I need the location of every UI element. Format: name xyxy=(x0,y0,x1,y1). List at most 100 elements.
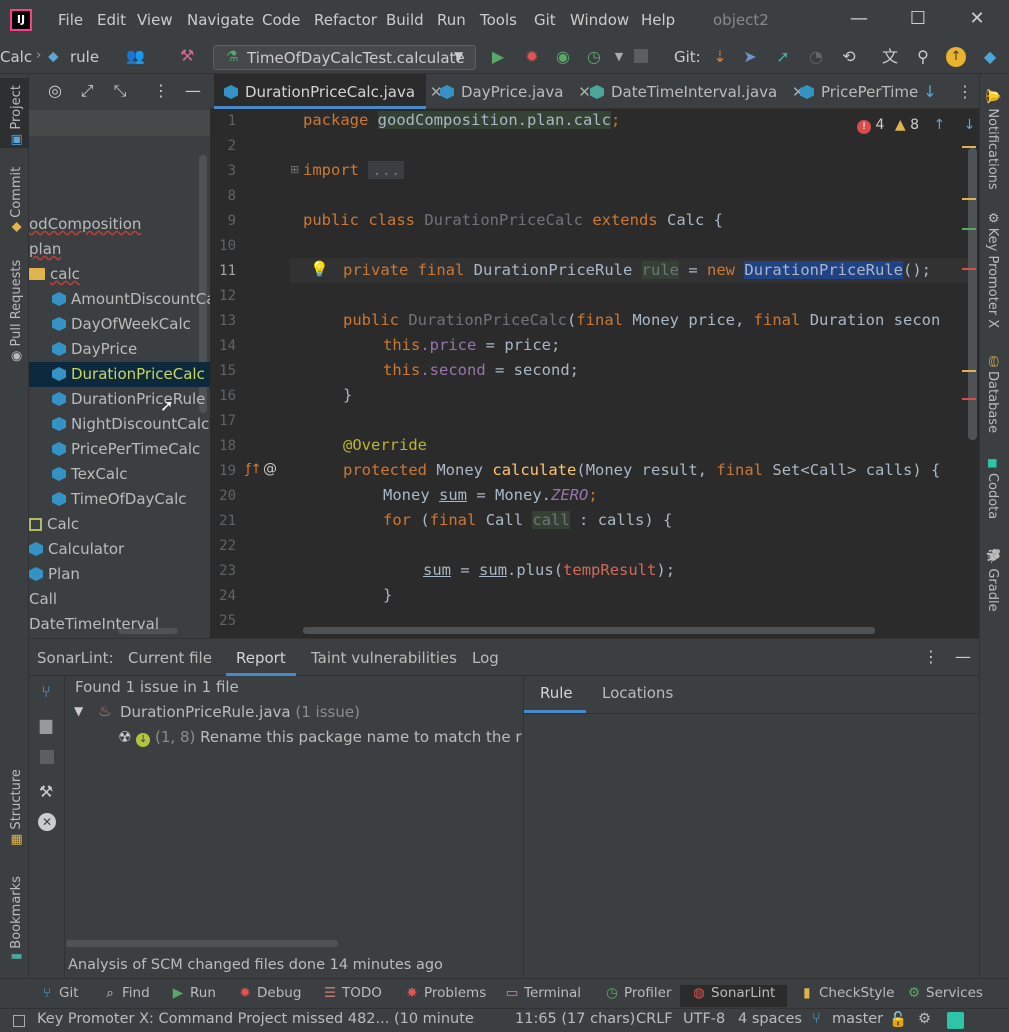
menu-build[interactable]: Build xyxy=(386,11,424,29)
project-search-bar[interactable] xyxy=(29,110,210,136)
chevron-down-icon[interactable]: ▼ xyxy=(74,704,83,718)
tool-run[interactable]: ▶ Run xyxy=(171,985,216,1001)
tree-item[interactable]: PricePerTimeCalc xyxy=(29,437,210,462)
user-icon[interactable]: 👥 xyxy=(126,47,145,65)
indent-setting[interactable]: 4 spaces xyxy=(738,1011,802,1027)
change-marker[interactable] xyxy=(962,228,976,230)
lock-icon[interactable]: 🔓 xyxy=(889,1011,907,1028)
tab-taint-vulnerabilities[interactable]: Taint vulnerabilities xyxy=(311,649,457,667)
hide-panel-icon[interactable]: — xyxy=(183,81,203,101)
commit-tool-tab[interactable]: ◆ Commit xyxy=(9,167,24,232)
tree-item[interactable]: DurationPriceRule xyxy=(29,387,210,412)
tab-durationpricecalc[interactable]: DurationPriceCalc.java ✕ xyxy=(214,74,442,109)
menu-help[interactable]: Help xyxy=(641,11,675,29)
menu-window[interactable]: Window xyxy=(570,11,629,29)
editor-vscrollbar[interactable] xyxy=(968,148,977,440)
menu-view[interactable]: View xyxy=(137,11,173,29)
tree-item[interactable]: DayOfWeekCalc xyxy=(29,312,210,337)
key-promoter-tool-tab[interactable]: ⚙ Key Promoter X xyxy=(985,212,1000,328)
tab-rule[interactable]: Rule xyxy=(540,684,573,702)
menu-tools[interactable]: Tools xyxy=(480,11,517,29)
warning-marker[interactable] xyxy=(962,146,976,148)
more-tabs-icon[interactable]: ⋮ xyxy=(955,82,975,102)
maximize-icon[interactable]: ☐ xyxy=(903,8,933,32)
project-tool-tab[interactable]: ▣ Project xyxy=(9,85,24,146)
target-icon[interactable]: ◎ xyxy=(45,81,65,101)
tab-log[interactable]: Log xyxy=(472,649,499,667)
tree-item[interactable]: DayPrice xyxy=(29,337,210,362)
line-separator[interactable]: CRLF xyxy=(636,1011,673,1027)
tool-sonarlint[interactable]: ◍ SonarLint xyxy=(680,985,788,1007)
database-tool-tab[interactable]: ⛁ Database xyxy=(985,356,1000,433)
git-push-icon[interactable]: ➚ xyxy=(773,47,793,67)
tool-terminal[interactable]: ▭ Terminal xyxy=(505,985,581,1001)
tree-item[interactable]: DurationPriceCalc xyxy=(29,362,210,387)
gradle-tool-tab[interactable]: 🐘 Gradle xyxy=(985,548,1000,612)
prev-issue-icon[interactable]: ↑ xyxy=(933,117,945,133)
tab-current-file[interactable]: Current file xyxy=(128,649,212,667)
tree-item[interactable]: Calculator xyxy=(29,537,210,562)
tool-find[interactable]: ⌕ Find xyxy=(103,985,149,1001)
tree-item[interactable]: Call xyxy=(29,587,210,612)
tool-todo[interactable]: ☰ TODO xyxy=(323,985,382,1001)
codota-tool-tab[interactable]: ◼ Codota xyxy=(985,458,1000,519)
structure-tool-tab[interactable]: ▦ Structure xyxy=(9,769,24,846)
search-icon[interactable]: ⚲ xyxy=(913,47,933,67)
close-window-icon[interactable]: ✕ xyxy=(962,8,992,32)
menu-edit[interactable]: Edit xyxy=(97,11,126,29)
tab-pricepertime[interactable]: PricePerTime xyxy=(792,74,922,109)
coverage-icon[interactable]: ◉ xyxy=(553,47,573,67)
more-options-icon[interactable]: ⋮ xyxy=(151,81,171,101)
run-config-select[interactable]: TimeOfDayCalcTest.calculate ⚗ ▼ xyxy=(213,45,476,70)
tab-report[interactable]: Report xyxy=(236,649,286,667)
menu-file[interactable]: File xyxy=(58,11,83,29)
minimize-icon[interactable]: — xyxy=(844,8,874,32)
arrow-down-icon[interactable]: ↓ xyxy=(920,82,940,102)
settings-icon[interactable]: ⚒ xyxy=(36,782,56,802)
menu-navigate[interactable]: Navigate xyxy=(187,11,254,29)
pull-requests-tool-tab[interactable]: ◉ Pull Requests xyxy=(9,260,24,362)
tool-debug[interactable]: ✹ Debug xyxy=(238,985,301,1001)
clear-icon[interactable]: ✕ xyxy=(38,813,56,831)
tree-item[interactable]: Calc xyxy=(29,512,210,537)
tree-item[interactable]: TimeOfDayCalc xyxy=(29,487,210,512)
profiler-icon[interactable]: ◷ xyxy=(584,47,604,67)
menu-git[interactable]: Git xyxy=(534,11,556,29)
chevron-down-icon[interactable]: ▼ xyxy=(609,47,629,67)
collapse-all-icon[interactable]: ⤡ xyxy=(110,81,130,101)
error-marker[interactable] xyxy=(962,398,976,400)
editor-hscrollbar[interactable] xyxy=(303,627,875,634)
breadcrumb-calc[interactable]: Calc xyxy=(0,48,32,66)
tool-profiler[interactable]: ◷ Profiler xyxy=(605,985,671,1001)
jetbrains-ai-icon[interactable]: ◆ xyxy=(980,47,1000,67)
tab-datetimeinterval[interactable]: DateTimeInterval.java ✕ xyxy=(582,74,805,109)
tree-item[interactable]: DateTimeInterval xyxy=(29,612,210,637)
history-icon[interactable]: ◔ xyxy=(806,47,826,67)
menu-refactor[interactable]: Refactor xyxy=(314,11,377,29)
expand-all-icon[interactable]: ⤢ xyxy=(77,81,97,101)
tree-item[interactable]: odComposition xyxy=(29,212,210,237)
caret-position[interactable]: 11:65 (17 chars) xyxy=(515,1011,635,1027)
menu-code[interactable]: Code xyxy=(262,11,300,29)
file-encoding[interactable]: UTF-8 xyxy=(683,1011,725,1027)
git-branch[interactable]: master xyxy=(832,1011,883,1027)
status-message[interactable]: Key Promoter X: Command Project missed 4… xyxy=(37,1011,475,1027)
settings-icon[interactable]: ⚙ xyxy=(918,1011,931,1027)
tool-problems[interactable]: ✸ Problems xyxy=(405,985,486,1001)
override-icon[interactable]: @ xyxy=(263,461,277,477)
notifications-tool-tab[interactable]: 🔔 Notifications xyxy=(985,88,1000,190)
sonarlint-file-row[interactable]: DurationPriceRule.java (1 issue) xyxy=(120,703,360,721)
tree-item[interactable]: TexCalc xyxy=(29,462,210,487)
inspection-widget[interactable]: ! 4 ▲ 8 ↑ ↓ xyxy=(857,117,975,134)
sonarlint-hscrollbar[interactable] xyxy=(66,940,338,947)
fold-icon[interactable]: ⊞ xyxy=(290,163,299,176)
code-editor[interactable] xyxy=(210,109,979,638)
next-issue-icon[interactable]: ↓ xyxy=(964,117,976,133)
hammer-icon[interactable]: ⚒ xyxy=(180,46,194,65)
more-options-icon[interactable]: ⋮ xyxy=(921,647,941,667)
tree-item[interactable]: plan xyxy=(29,237,210,262)
git-update-icon[interactable]: ⇣ xyxy=(710,47,730,67)
tool-checkstyle[interactable]: ▮ CheckStyle xyxy=(800,985,894,1001)
error-marker[interactable] xyxy=(962,268,976,270)
codota-status-icon[interactable] xyxy=(947,1012,964,1029)
